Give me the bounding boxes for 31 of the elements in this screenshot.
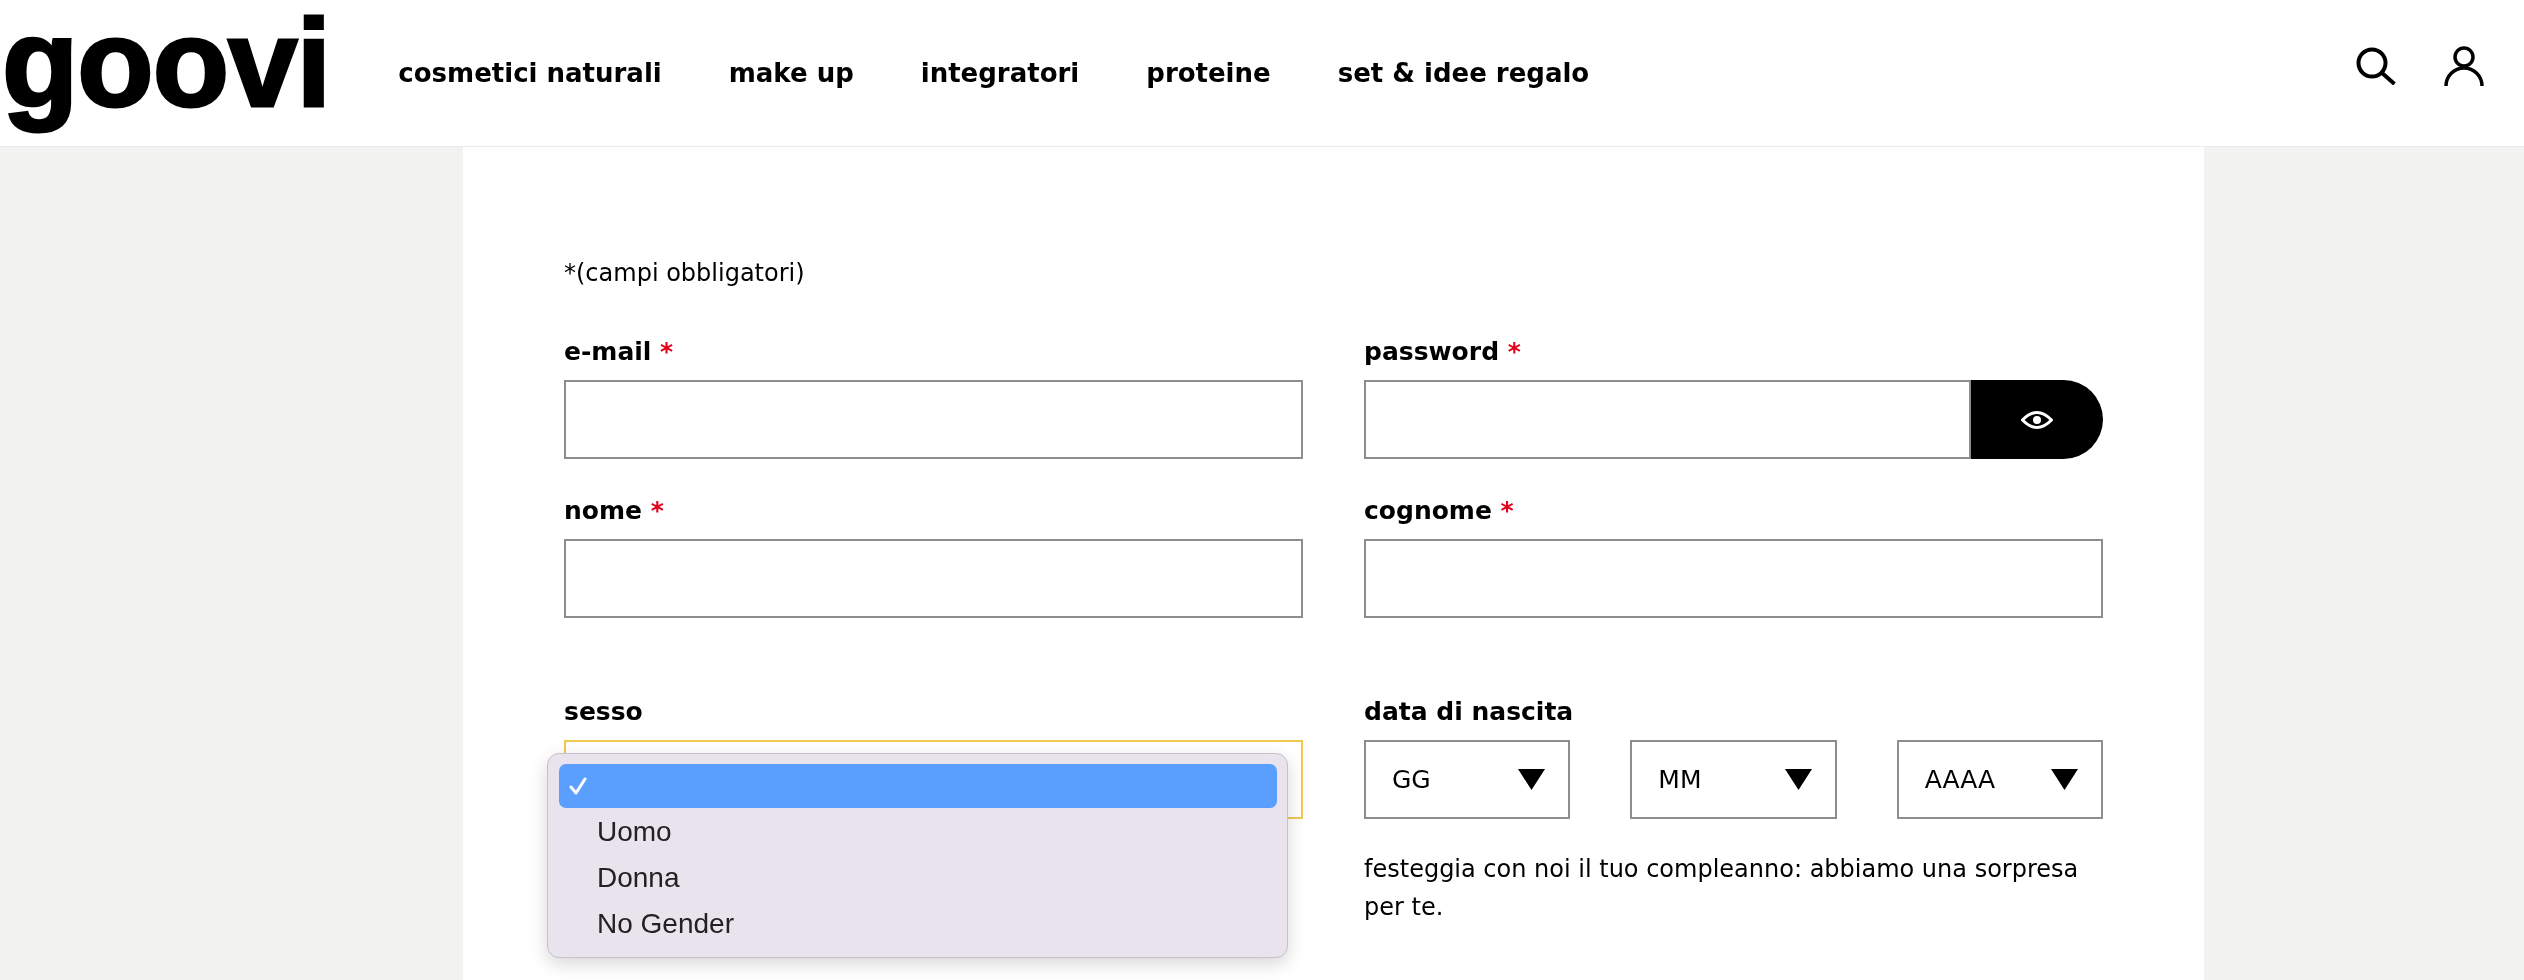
nav-link[interactable]: proteine xyxy=(1146,56,1271,90)
caret-icon xyxy=(1518,769,1546,790)
caret-icon xyxy=(2051,769,2078,790)
field-label: sesso xyxy=(564,696,643,728)
field-label: cognome * xyxy=(1364,495,1514,527)
field-label: password * xyxy=(1364,336,1521,368)
field-label: nome * xyxy=(564,495,664,527)
date-select[interactable]: MM xyxy=(1630,740,1837,819)
date-select[interactable]: AAAA xyxy=(1896,740,2103,819)
show-password-button[interactable] xyxy=(1971,380,2103,459)
dropdown-option[interactable]: Donna xyxy=(559,856,1277,900)
birthday-note: festeggia con noi il tuo compleanno: abbiamo una sorpresa per te. xyxy=(1364,854,2080,923)
password-field[interactable] xyxy=(1364,380,1971,459)
nav-link[interactable]: cosmetici naturali xyxy=(398,56,662,90)
input-field[interactable] xyxy=(564,380,1303,459)
dropdown-option[interactable]: Uomo xyxy=(559,810,1277,854)
input-field[interactable] xyxy=(564,539,1303,618)
logo[interactable]: goovi xyxy=(0,0,333,139)
eye-icon xyxy=(2021,410,2053,429)
nav-link[interactable]: make up xyxy=(728,56,854,90)
user-icon[interactable] xyxy=(2444,46,2484,86)
input-field[interactable] xyxy=(1364,539,2103,618)
dropdown-option[interactable]: No Gender xyxy=(559,902,1277,946)
field-label: data di nascita xyxy=(1364,696,1574,728)
date-select[interactable]: GG xyxy=(1364,740,1571,819)
nav-link[interactable]: set & idee regalo xyxy=(1337,56,1590,90)
required-note: *(campi obbligatori) xyxy=(564,258,805,289)
search-icon[interactable] xyxy=(2356,47,2396,85)
nav-link[interactable]: integratori xyxy=(920,56,1080,90)
field-label: e-mail * xyxy=(564,336,674,368)
caret-icon xyxy=(1784,769,1812,790)
